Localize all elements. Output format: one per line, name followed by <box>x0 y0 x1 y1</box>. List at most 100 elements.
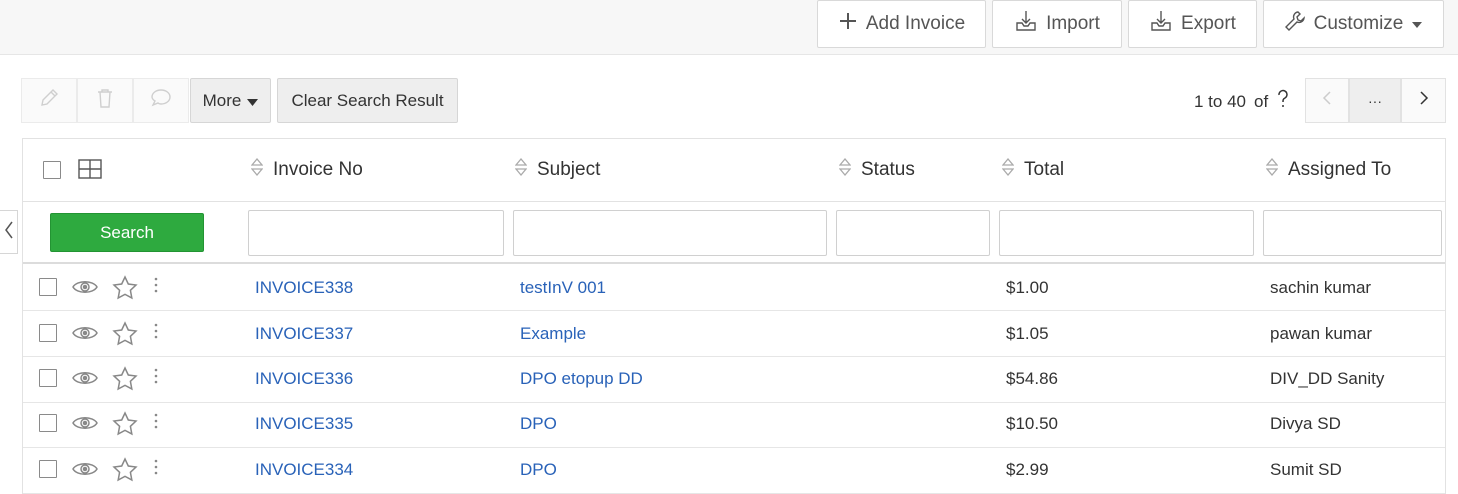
invoice-table: Invoice No Subject Status Total Assigned… <box>22 138 1446 494</box>
import-button[interactable]: Import <box>992 0 1122 48</box>
total-filter-input[interactable] <box>999 210 1254 256</box>
column-header-total[interactable]: Total <box>1001 157 1065 182</box>
table-row: INVOICE336 DPO etopup DD $54.86 DIV_DD S… <box>23 357 1445 403</box>
next-page-button[interactable] <box>1401 78 1446 123</box>
assigned-to-cell: Divya SD <box>1270 414 1341 433</box>
export-button[interactable]: Export <box>1128 0 1257 48</box>
previous-page-button[interactable] <box>1305 78 1349 123</box>
table-row: INVOICE334 DPO $2.99 Sumit SD <box>23 448 1445 494</box>
table-row: INVOICE338 testInV 001 $1.00 sachin kuma… <box>23 265 1445 311</box>
subject-link[interactable]: testInV 001 <box>520 278 606 298</box>
row-checkbox[interactable] <box>39 414 57 432</box>
search-label: Search <box>100 222 154 242</box>
table-header: Invoice No Subject Status Total Assigned… <box>23 139 1445 202</box>
column-label: Status <box>861 159 915 180</box>
eye-icon[interactable] <box>71 459 99 484</box>
filter-row: Search <box>23 202 1445 264</box>
eye-icon[interactable] <box>71 323 99 348</box>
row-checkbox[interactable] <box>39 369 57 387</box>
more-dots: ··· <box>1368 92 1382 109</box>
subject-link[interactable]: DPO <box>520 414 557 434</box>
invoice-no-link[interactable]: INVOICE335 <box>255 414 353 434</box>
subject-filter-input[interactable] <box>513 210 827 256</box>
star-icon[interactable] <box>112 411 138 442</box>
comment-icon <box>149 87 173 114</box>
table-row: INVOICE337 Example $1.05 pawan kumar <box>23 311 1445 357</box>
row-menu-icon[interactable] <box>154 277 158 298</box>
assigned-to-cell: Sumit SD <box>1270 460 1342 479</box>
chevron-left-icon <box>1322 91 1332 110</box>
select-all-checkbox[interactable] <box>43 161 61 179</box>
more-label: More <box>202 90 242 110</box>
assigned-to-cell: pawan kumar <box>1270 324 1373 343</box>
import-icon <box>1014 10 1038 38</box>
more-dropdown[interactable]: More <box>190 78 271 123</box>
add-invoice-button[interactable]: Add Invoice <box>817 0 986 48</box>
column-header-subject[interactable]: Subject <box>514 157 601 182</box>
caret-down-icon <box>1411 13 1423 35</box>
customize-label: Customize <box>1313 13 1404 34</box>
customize-button[interactable]: Customize <box>1263 0 1444 48</box>
column-label: Subject <box>537 159 601 180</box>
star-icon[interactable] <box>112 366 138 397</box>
row-menu-icon[interactable] <box>154 323 158 344</box>
export-icon <box>1149 10 1173 38</box>
total-cell: $10.50 <box>1006 414 1058 433</box>
total-cell: $2.99 <box>1006 460 1049 479</box>
assigned-to-filter-input[interactable] <box>1263 210 1442 256</box>
comment-button[interactable] <box>133 78 189 123</box>
row-menu-icon[interactable] <box>154 368 158 389</box>
import-label: Import <box>1046 13 1100 34</box>
column-label: Invoice No <box>273 159 363 180</box>
invoice-no-link[interactable]: INVOICE336 <box>255 369 353 389</box>
subject-link[interactable]: DPO etopup DD <box>520 369 643 389</box>
delete-button[interactable] <box>77 78 133 123</box>
column-label: Total <box>1024 159 1065 180</box>
invoice-no-link[interactable]: INVOICE337 <box>255 324 353 344</box>
wrench-icon <box>1284 10 1306 38</box>
invoice-no-filter-input[interactable] <box>248 210 504 256</box>
assigned-to-cell: DIV_DD Sanity <box>1270 369 1385 388</box>
clear-search-result-button[interactable]: Clear Search Result <box>277 78 458 123</box>
star-icon[interactable] <box>112 457 138 488</box>
pagination-range: 1 to 40 <box>1194 91 1246 111</box>
subject-link[interactable]: DPO <box>520 460 557 480</box>
eye-icon[interactable] <box>71 413 99 438</box>
invoice-no-link[interactable]: INVOICE338 <box>255 278 353 298</box>
edit-button[interactable] <box>21 78 77 123</box>
row-checkbox[interactable] <box>39 460 57 478</box>
assigned-to-cell: sachin kumar <box>1270 278 1372 297</box>
sort-icon <box>1265 157 1279 182</box>
question-icon[interactable] <box>1276 89 1290 114</box>
subject-link[interactable]: Example <box>520 324 586 344</box>
pencil-icon <box>38 87 60 114</box>
sort-icon <box>838 157 852 182</box>
export-label: Export <box>1181 13 1236 34</box>
row-checkbox[interactable] <box>39 278 57 296</box>
sort-icon <box>250 157 264 182</box>
column-header-invoice-no[interactable]: Invoice No <box>250 157 363 182</box>
search-button[interactable]: Search <box>50 213 204 252</box>
star-icon[interactable] <box>112 275 138 306</box>
page-options-button[interactable]: ··· <box>1349 78 1401 123</box>
eye-icon[interactable] <box>71 277 99 302</box>
row-menu-icon[interactable] <box>154 413 158 434</box>
column-layout-icon[interactable] <box>78 159 102 184</box>
column-label: Assigned To <box>1288 159 1392 180</box>
sort-icon <box>1001 157 1015 182</box>
eye-icon[interactable] <box>71 368 99 393</box>
chevron-left-icon <box>4 221 14 244</box>
row-menu-icon[interactable] <box>154 459 158 480</box>
row-checkbox[interactable] <box>39 324 57 342</box>
column-header-status[interactable]: Status <box>838 157 915 182</box>
chevron-right-icon <box>1419 91 1429 110</box>
table-row: INVOICE335 DPO $10.50 Divya SD <box>23 402 1445 448</box>
invoice-no-link[interactable]: INVOICE334 <box>255 460 353 480</box>
status-filter-input[interactable] <box>836 210 990 256</box>
clear-search-label: Clear Search Result <box>291 90 444 110</box>
collapse-sidebar-button[interactable] <box>0 210 18 254</box>
star-icon[interactable] <box>112 321 138 352</box>
total-cell: $1.00 <box>1006 278 1049 297</box>
add-invoice-label: Add Invoice <box>865 13 966 34</box>
column-header-assigned-to[interactable]: Assigned To <box>1265 157 1392 182</box>
